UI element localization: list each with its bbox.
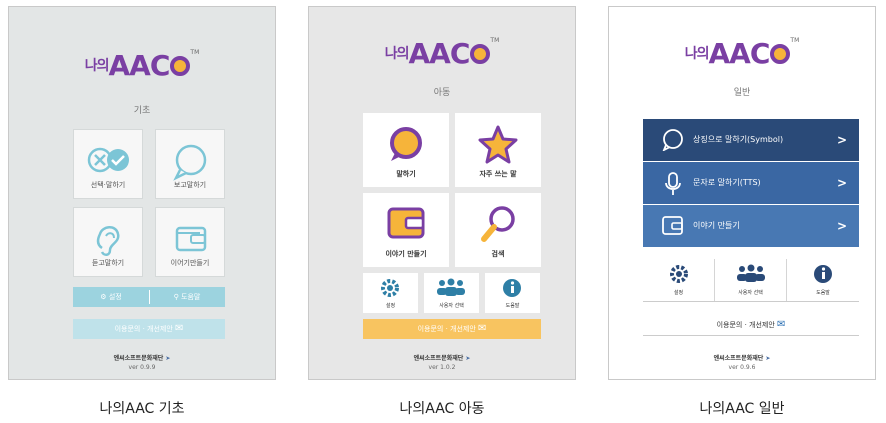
- caption-child: 나의AAC 아동: [399, 401, 485, 417]
- search-icon: ⚲: [173, 293, 179, 301]
- tile-label: 말하기: [396, 170, 416, 178]
- settings-button[interactable]: 설정: [363, 273, 418, 313]
- magnifier-icon: [481, 206, 515, 242]
- version-text: ver 1.0.2: [428, 364, 456, 371]
- mini-label: 도움말: [505, 303, 520, 309]
- row-label: 이야기 만들기: [693, 221, 740, 230]
- gear-icon: [381, 279, 399, 297]
- mini-label: 도움말: [816, 290, 830, 296]
- book-icon: ➤: [765, 355, 771, 362]
- mini-label: 설정: [673, 290, 684, 296]
- chevron-right-icon: >: [836, 176, 847, 190]
- mini-label: 설정: [385, 303, 396, 309]
- user-select-button[interactable]: 사용자 선택: [424, 273, 479, 313]
- envelope-icon: ✉: [777, 319, 786, 330]
- gear-icon: ⚙: [100, 293, 107, 301]
- users-icon: [737, 264, 765, 282]
- inquiry-label: 이용문의 · 개선제안: [114, 325, 173, 333]
- wallet-icon: [662, 216, 683, 235]
- star-icon: [478, 125, 518, 164]
- gear-icon: [670, 265, 688, 283]
- inquiry-label: 이용문의 · 개선제안: [716, 321, 775, 329]
- microphone-icon: [665, 172, 681, 195]
- wallet-icon: [387, 207, 425, 239]
- speech-bubble-icon: [662, 129, 683, 151]
- wallet-icon: [175, 226, 207, 252]
- speech-bubble-logo-icon: [770, 44, 791, 64]
- row-symbol-speak[interactable]: 상징으로 말하기(Symbol) >: [643, 119, 859, 161]
- row-label: 상징으로 말하기(Symbol): [693, 135, 784, 144]
- tile-select-speak[interactable]: 선택·말하기: [73, 129, 143, 199]
- version-text: ver 0.9.9: [128, 364, 156, 371]
- tile-story[interactable]: 이야기 만들기: [363, 193, 449, 267]
- user-select-button[interactable]: 사용자 선택: [715, 259, 787, 301]
- mini-label: 사용자 선택: [738, 290, 763, 296]
- chevron-right-icon: >: [836, 133, 847, 147]
- help-button[interactable]: 도움말: [485, 273, 540, 313]
- tile-look-speak[interactable]: 보고말하기: [155, 129, 225, 199]
- book-icon: ➤: [465, 355, 471, 362]
- inquiry-label: 이용문의 · 개선제안: [417, 325, 476, 333]
- inquiry-button[interactable]: 이용문의 · 개선제안 ✉: [73, 319, 225, 339]
- row-label: 문자로 말하기(TTS): [693, 178, 761, 187]
- tile-search[interactable]: 검색: [455, 193, 541, 267]
- book-icon: ➤: [165, 355, 171, 362]
- inquiry-button[interactable]: 이용문의 · 개선제안 ✉: [363, 319, 541, 339]
- settings-button[interactable]: ⚙ 설정: [73, 287, 149, 307]
- help-button[interactable]: ⚲ 도움말: [149, 287, 225, 307]
- app-logo: 나의AAC TM: [84, 49, 200, 82]
- envelope-icon: ✉: [175, 323, 184, 334]
- speech-bubble-logo-icon: [170, 56, 191, 76]
- tile-label: 이어기만들기: [170, 259, 210, 267]
- mini-label: 사용자 선택: [439, 303, 464, 309]
- org-name: 엔씨소프트문화재단 ➤: [413, 355, 471, 362]
- check-cross-icon: [87, 147, 129, 173]
- settings-help-bar: ⚙ 설정 ⚲ 도움말: [73, 287, 225, 307]
- speech-bubble-icon: [390, 127, 422, 161]
- help-label: 도움말: [181, 293, 201, 301]
- envelope-icon: ✉: [478, 323, 487, 334]
- org-name: 엔씨소프트문화재단 ➤: [713, 355, 771, 362]
- app-subtitle: 일반: [733, 88, 751, 98]
- help-button[interactable]: 도움말: [787, 259, 859, 301]
- app-logo: 나의AAC TM: [684, 37, 800, 70]
- tile-listen-speak[interactable]: 듣고말하기: [73, 207, 143, 277]
- tile-label: 검색: [491, 250, 505, 258]
- app-screen-child: 나의AAC TM 아동 말하기 자주 쓰는 말 이야기 만들기 검색 설정 사용…: [308, 6, 576, 380]
- tile-label: 이야기 만들기: [385, 250, 427, 258]
- org-name: 엔씨소프트문화재단 ➤: [113, 355, 171, 362]
- version-text: ver 0.9.6: [728, 364, 756, 371]
- settings-button[interactable]: 설정: [643, 259, 715, 301]
- users-icon: [437, 278, 465, 296]
- tile-speak[interactable]: 말하기: [363, 113, 449, 187]
- row-tts-speak[interactable]: 문자로 말하기(TTS) >: [643, 162, 859, 204]
- chevron-right-icon: >: [836, 219, 847, 233]
- app-logo: 나의AAC TM: [384, 37, 500, 70]
- speech-bubble-logo-icon: [470, 44, 491, 64]
- speech-bubble-icon: [173, 144, 207, 181]
- info-icon: [814, 265, 832, 283]
- ear-icon: [96, 226, 120, 256]
- tile-story[interactable]: 이어기만들기: [155, 207, 225, 277]
- tile-label: 보고말하기: [173, 181, 207, 189]
- tile-label: 선택·말하기: [90, 181, 126, 189]
- row-story[interactable]: 이야기 만들기 >: [643, 205, 859, 247]
- app-subtitle: 기초: [133, 106, 151, 116]
- info-icon: [503, 279, 521, 297]
- tile-label: 듣고말하기: [91, 259, 125, 267]
- inquiry-button[interactable]: 이용문의 · 개선제안 ✉: [643, 315, 859, 336]
- settings-label: 설정: [108, 293, 122, 301]
- app-screen-general: 나의AAC TM 일반 상징으로 말하기(Symbol) > 문자로 말하기(TT…: [608, 6, 876, 380]
- caption-basic: 나의AAC 기초: [99, 401, 185, 417]
- app-screen-basic: 나의AAC TM 기초 선택·말하기 보고말하기 듣고말하기 이어기만들기 ⚙ …: [8, 6, 276, 380]
- tile-favorites[interactable]: 자주 쓰는 말: [455, 113, 541, 187]
- app-subtitle: 아동: [433, 88, 451, 98]
- caption-general: 나의AAC 일반: [699, 401, 785, 417]
- tile-label: 자주 쓰는 말: [479, 170, 517, 178]
